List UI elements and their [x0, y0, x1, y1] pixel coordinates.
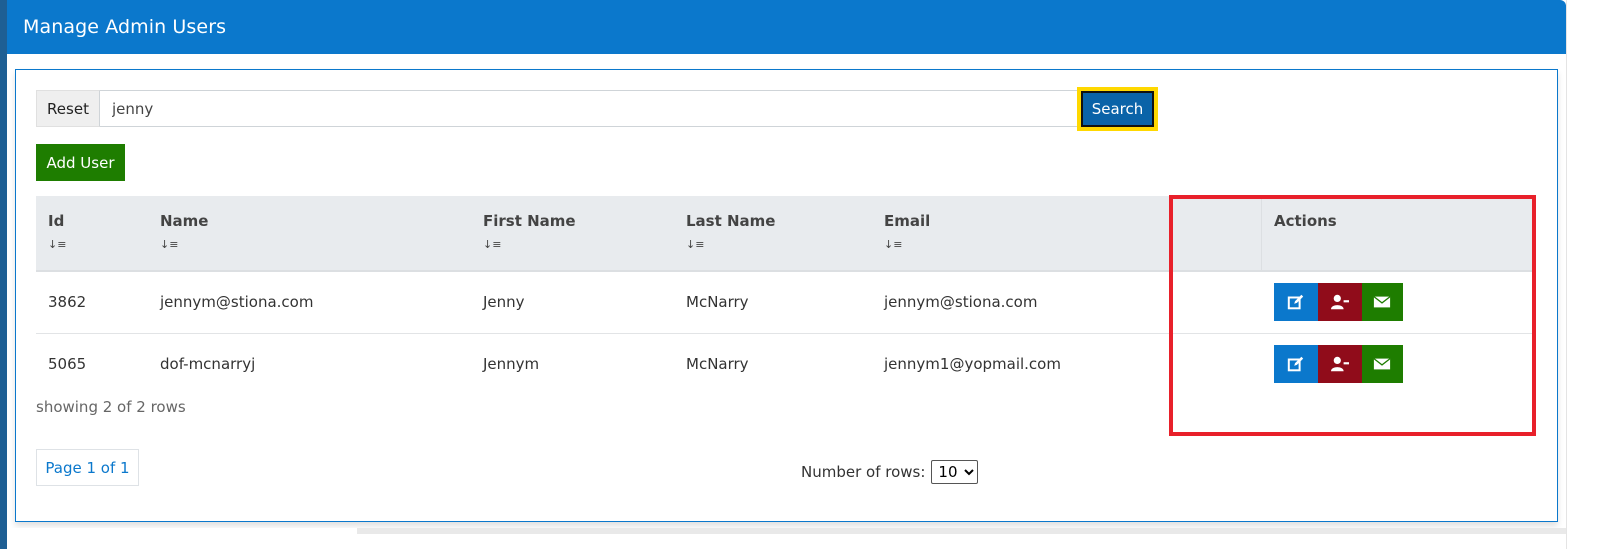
cell-first-name: Jenny [483, 293, 525, 312]
search-button[interactable]: Search [1077, 87, 1158, 131]
right-scroll-gutter [1566, 0, 1604, 549]
column-header-email[interactable]: Email ↓≡ [872, 196, 1237, 271]
page-title: Manage Admin Users [23, 16, 227, 38]
rows-per-page-select[interactable]: 10 [931, 460, 979, 484]
remove-user-button[interactable] [1317, 283, 1362, 322]
column-header-label: First Name [483, 212, 576, 230]
cell-name: jennym@stiona.com [160, 293, 314, 312]
cell-actions [1262, 271, 1534, 333]
cell-blank [1237, 333, 1262, 395]
cell-name: dof-mcnarryj [160, 355, 256, 374]
cell-last-name: McNarry [686, 355, 749, 374]
edit-user-button[interactable] [1273, 345, 1318, 384]
column-header-label: Actions [1274, 212, 1337, 230]
row-count-text: showing 2 of 2 rows [36, 398, 186, 416]
remove-user-button[interactable] [1317, 345, 1362, 384]
column-header-actions: Actions [1261, 196, 1533, 271]
column-header-blank [1237, 196, 1262, 271]
cell-actions [1262, 333, 1534, 395]
edit-icon [1287, 295, 1303, 310]
user-minus-icon [1330, 357, 1349, 372]
cell-email: jennym@stiona.com [884, 293, 1038, 312]
column-header-id[interactable]: Id ↓≡ [36, 196, 148, 271]
page-header: Manage Admin Users [7, 0, 1566, 54]
email-user-button[interactable] [1361, 345, 1403, 384]
user-minus-icon [1330, 295, 1349, 310]
cell-first-name: Jennym [483, 355, 540, 374]
column-header-label: Email [884, 212, 931, 230]
email-user-button[interactable] [1361, 283, 1403, 322]
bottom-shadow [357, 528, 1566, 534]
envelope-icon [1373, 358, 1391, 370]
edit-user-button[interactable] [1273, 283, 1318, 322]
users-table: Id ↓≡ Name ↓≡ First Name ↓≡ Last Name ↓≡… [36, 196, 1533, 395]
sort-icon[interactable]: ↓≡ [686, 238, 860, 251]
search-group: Reset [36, 90, 1079, 127]
table-row: 5065 dof-mcnarryj Jennym McNarry jennym1… [36, 333, 1533, 395]
sort-icon[interactable]: ↓≡ [48, 238, 136, 251]
column-header-label: Id [48, 212, 65, 230]
add-user-button[interactable]: Add User [36, 144, 125, 181]
cell-id: 5065 [48, 355, 87, 374]
sort-icon[interactable]: ↓≡ [160, 238, 459, 251]
search-input[interactable] [100, 90, 1079, 127]
rows-per-page-label: Number of rows: [801, 463, 926, 481]
cell-email: jennym1@yopmail.com [884, 355, 1061, 374]
table-header-row: Id ↓≡ Name ↓≡ First Name ↓≡ Last Name ↓≡… [36, 196, 1533, 271]
row-actions [1273, 345, 1522, 384]
row-actions [1273, 283, 1522, 322]
users-panel: Reset Search Add User Id ↓≡ Name ↓≡ Firs… [15, 69, 1558, 522]
column-header-name[interactable]: Name ↓≡ [148, 196, 471, 271]
reset-button[interactable]: Reset [36, 90, 100, 127]
envelope-icon [1373, 296, 1391, 308]
column-header-last-name[interactable]: Last Name ↓≡ [674, 196, 872, 271]
rows-per-page-control: Number of rows: 10 [801, 460, 979, 484]
column-header-label: Name [160, 212, 209, 230]
table-row: 3862 jennym@stiona.com Jenny McNarry jen… [36, 271, 1533, 333]
pagination-page-indicator[interactable]: Page 1 of 1 [36, 449, 139, 486]
cell-id: 3862 [48, 293, 87, 312]
edit-icon [1287, 357, 1303, 372]
column-header-first-name[interactable]: First Name ↓≡ [471, 196, 674, 271]
cell-blank [1237, 271, 1262, 333]
left-edge-strip [0, 0, 7, 549]
sort-icon[interactable]: ↓≡ [884, 238, 1225, 251]
bottom-strip [7, 528, 1566, 549]
cell-last-name: McNarry [686, 293, 749, 312]
sort-icon[interactable]: ↓≡ [483, 238, 662, 251]
column-header-label: Last Name [686, 212, 776, 230]
